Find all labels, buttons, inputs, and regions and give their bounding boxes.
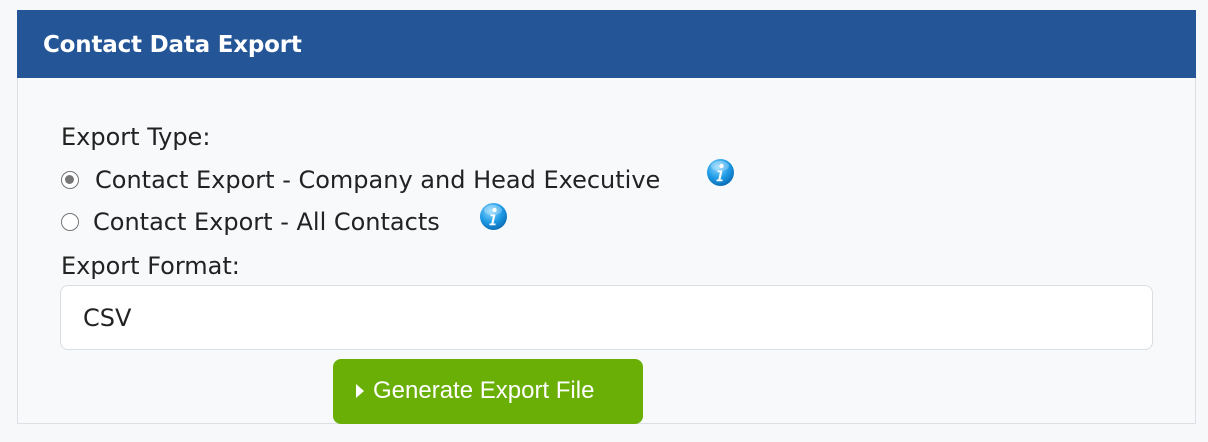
info-icon[interactable] <box>479 202 508 231</box>
export-format-select[interactable]: CSV <box>60 285 1153 350</box>
radio-label: Contact Export - All Contacts <box>93 208 440 236</box>
panel-header: Contact Data Export <box>17 10 1196 78</box>
radio-option-all-contacts[interactable]: Contact Export - All Contacts <box>61 207 440 237</box>
export-format-label: Export Format: <box>61 252 240 280</box>
radio-label: Contact Export - Company and Head Execut… <box>95 166 661 194</box>
generate-button-label: Generate Export File <box>373 377 595 404</box>
export-type-label: Export Type: <box>61 123 211 151</box>
generate-export-file-button[interactable]: Generate Export File <box>333 359 643 424</box>
panel-title: Contact Data Export <box>43 32 302 58</box>
radio-option-company-head-executive[interactable]: Contact Export - Company and Head Execut… <box>61 165 660 195</box>
radio-button-unchecked[interactable] <box>61 213 79 231</box>
info-icon[interactable] <box>706 158 735 187</box>
radio-button-checked[interactable] <box>61 171 79 189</box>
caret-right-icon <box>356 384 364 398</box>
export-format-value: CSV <box>83 304 132 332</box>
